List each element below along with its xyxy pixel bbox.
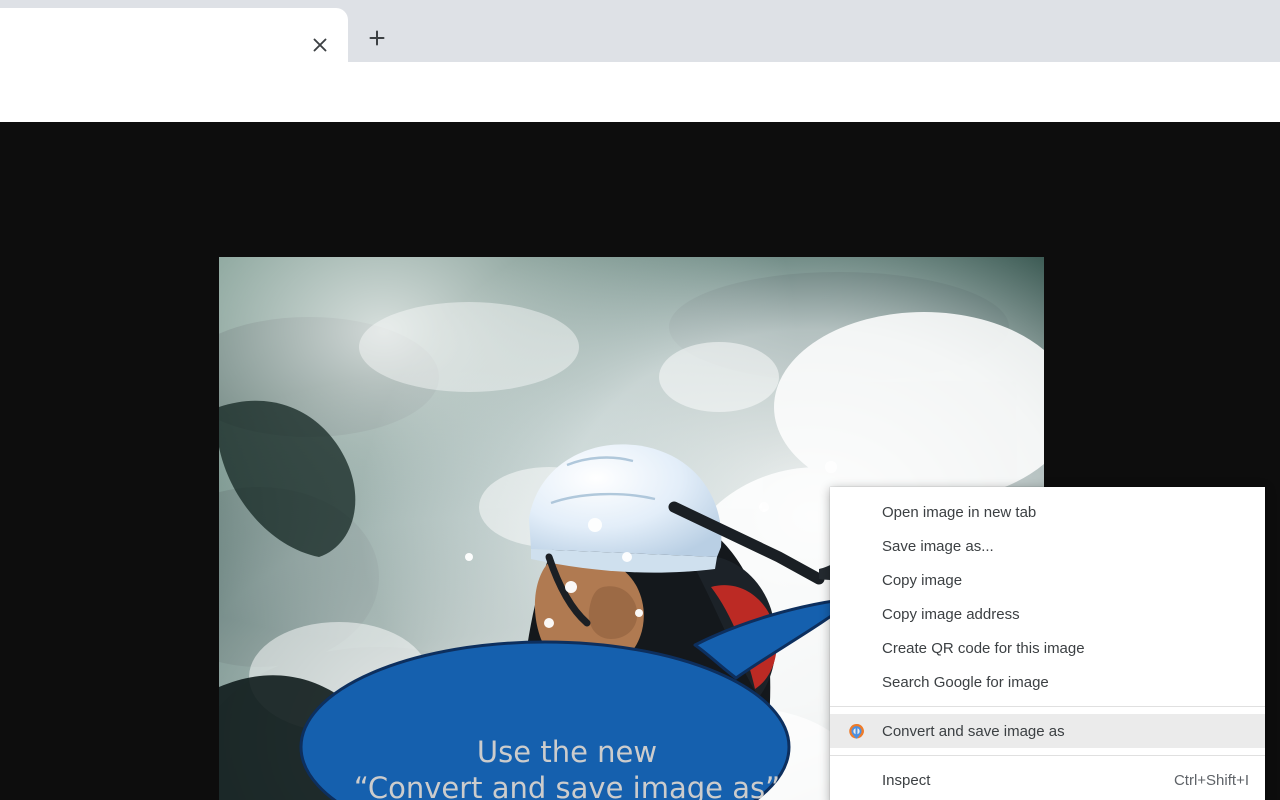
close-icon[interactable] bbox=[306, 31, 334, 59]
menu-item-shortcut: Ctrl+Shift+I bbox=[1173, 771, 1249, 789]
page-content: Use the new “Convert and save image as” … bbox=[0, 122, 1280, 800]
menu-item-label: Convert and save image as bbox=[882, 722, 1065, 740]
menu-item-label: Inspect bbox=[882, 771, 931, 789]
menu-item-open-image-in-new-tab[interactable]: Open image in new tab bbox=[830, 495, 1265, 529]
menu-item-label: Create QR code for this image bbox=[882, 639, 1085, 657]
menu-item-inspect[interactable]: Inspect Ctrl+Shift+I bbox=[830, 763, 1265, 797]
menu-item-save-image-as[interactable]: Save image as... bbox=[830, 529, 1265, 563]
menu-item-copy-image-address[interactable]: Copy image address bbox=[830, 597, 1265, 631]
menu-item-label: Open image in new tab bbox=[882, 503, 1037, 521]
menu-separator bbox=[830, 755, 1265, 756]
browser-toolbar bbox=[0, 62, 1280, 172]
browser-window: Use the new “Convert and save image as” … bbox=[0, 0, 1280, 800]
menu-item-search-google-for-image[interactable]: Search Google for image bbox=[830, 665, 1265, 699]
menu-item-label: Copy image bbox=[882, 571, 963, 589]
browser-tab[interactable] bbox=[0, 8, 348, 62]
menu-item-convert-and-save-image-as[interactable]: Convert and save image as bbox=[830, 714, 1265, 748]
tab-strip bbox=[0, 0, 1280, 62]
menu-item-label: Save image as... bbox=[882, 537, 994, 555]
new-tab-button[interactable] bbox=[356, 22, 398, 54]
menu-item-label: Copy image address bbox=[882, 605, 1020, 623]
menu-item-create-qr-code[interactable]: Create QR code for this image bbox=[830, 631, 1265, 665]
convert-download-extension-icon bbox=[846, 721, 866, 741]
menu-item-copy-image[interactable]: Copy image bbox=[830, 563, 1265, 597]
menu-item-label: Search Google for image bbox=[882, 673, 1049, 691]
plus-icon bbox=[369, 30, 385, 46]
image-context-menu: Open image in new tab Save image as... C… bbox=[830, 487, 1265, 800]
menu-separator bbox=[830, 706, 1265, 707]
